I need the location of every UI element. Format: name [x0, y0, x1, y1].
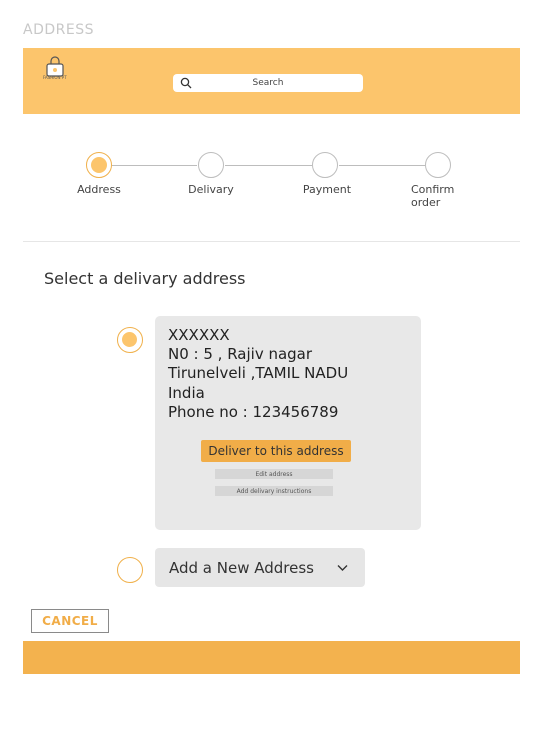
address-card[interactable]: XXXXXX N0 : 5 , Rajiv nagar Tirunelveli … [155, 316, 421, 530]
address-phone: Phone no : 123456789 [168, 402, 339, 421]
header-bar: FASHION PT Search [23, 48, 520, 114]
section-divider [23, 241, 520, 242]
step-payment-circle[interactable] [312, 152, 338, 178]
add-instructions-button[interactable]: Add delivary instructions [215, 486, 333, 496]
new-address-radio[interactable] [117, 557, 143, 583]
address-line1: N0 : 5 , Rajiv nagar [168, 345, 313, 364]
step-connector [225, 165, 312, 166]
footer-bar [23, 641, 520, 674]
search-icon [180, 77, 192, 89]
step-connector [339, 165, 425, 166]
search-placeholder: Search [252, 78, 284, 88]
search-input[interactable]: Search [173, 74, 363, 92]
checkout-progress: Address Delivary Payment Confirm order [23, 140, 520, 220]
address-line2: Tirunelveli ,TAMIL NADU [168, 364, 349, 383]
section-title: Select a delivary address [44, 269, 246, 288]
step-delivary-circle[interactable] [198, 152, 224, 178]
add-new-address-dropdown[interactable]: Add a New Address [155, 548, 365, 587]
page-label: ADDRESS [23, 22, 94, 38]
edit-address-button[interactable]: Edit address [215, 469, 333, 479]
step-confirm-circle[interactable] [425, 152, 451, 178]
cancel-button[interactable]: CANCEL [31, 609, 109, 633]
address-radio-selected[interactable] [117, 327, 143, 353]
chevron-down-icon [337, 565, 348, 571]
address-details: XXXXXX N0 : 5 , Rajiv nagar Tirunelveli … [168, 326, 348, 422]
step-address-label: Address [77, 183, 121, 196]
logo-text: FASHION PT [43, 75, 67, 80]
step-delivary-label: Delivary [188, 183, 234, 196]
add-new-address-label: Add a New Address [169, 559, 314, 577]
address-name: XXXXXX [168, 326, 230, 344]
step-confirm-label: Confirm order [411, 183, 455, 209]
deliver-to-address-button[interactable]: Deliver to this address [201, 440, 351, 462]
step-connector [112, 165, 197, 166]
step-payment-label: Payment [302, 183, 352, 196]
step-address-circle[interactable] [86, 152, 112, 178]
address-country: India [168, 383, 205, 402]
